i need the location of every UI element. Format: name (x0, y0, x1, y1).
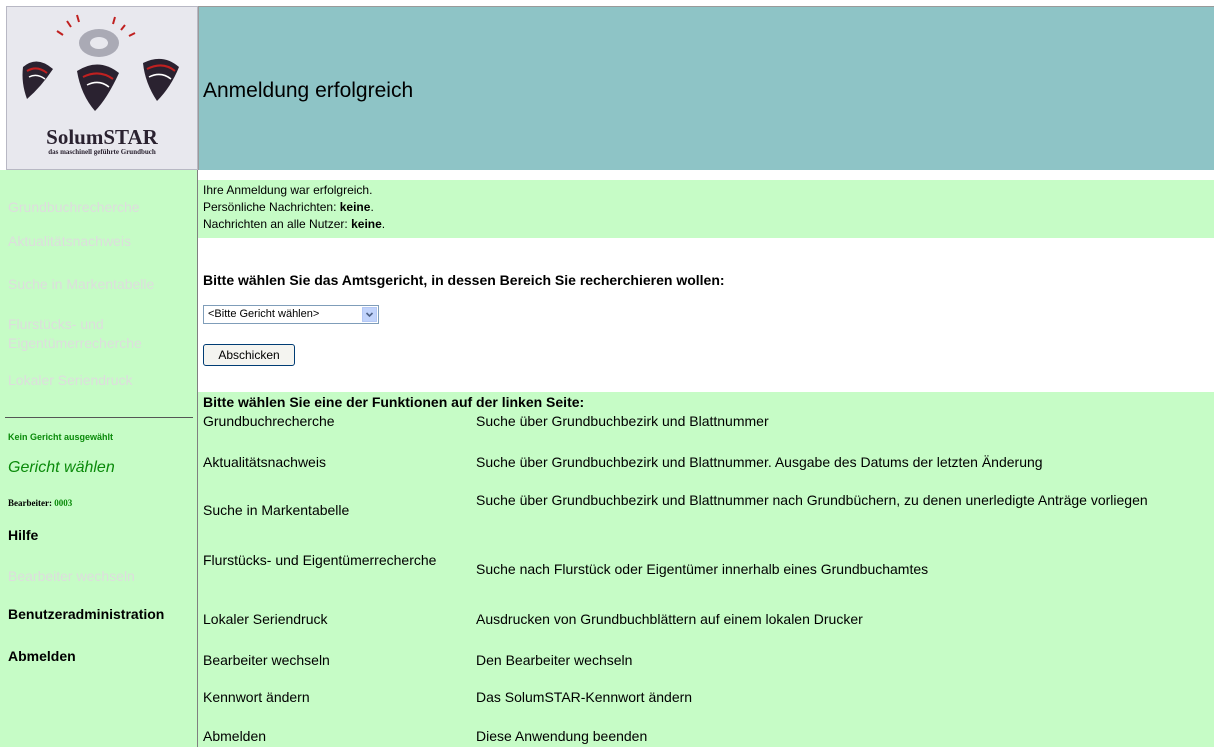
broadcast-messages-value: keine (351, 217, 382, 231)
court-selection-panel: Bitte wählen Sie das Amtsgericht, in des… (198, 238, 1214, 392)
function-name: Grundbuchrecherche (203, 413, 335, 429)
function-description: Suche über Grundbuchbezirk und Blattnumm… (476, 454, 1043, 470)
function-description: Suche über Grundbuchbezirk und Blattnumm… (476, 492, 1148, 508)
message-panel: Ihre Anmeldung war erfolgreich. Persönli… (198, 180, 1214, 238)
sidebar-item-flurstuecks-line1[interactable]: Flurstücks- und (8, 314, 104, 334)
functions-panel: Bitte wählen Sie eine der Funktionen auf… (198, 392, 1214, 747)
personal-messages-label: Persönliche Nachrichten: (203, 200, 337, 214)
help-link[interactable]: Hilfe (8, 527, 38, 543)
login-success-message: Ihre Anmeldung war erfolgreich. (203, 183, 373, 197)
editor-info: Bearbeiter: 0003 (8, 498, 72, 508)
logo-wordmark: SolumSTAR (46, 125, 158, 149)
function-description: Das SolumSTAR-Kennwort ändern (476, 689, 693, 705)
function-name: Aktualitätsnachweis (203, 454, 326, 470)
editor-value: 0003 (54, 498, 73, 508)
sidebar-divider (5, 417, 193, 418)
court-question: Bitte wählen Sie das Amtsgericht, in des… (203, 272, 725, 288)
submit-button[interactable]: Abschicken (203, 344, 295, 366)
personal-messages-value: keine (339, 200, 371, 214)
functions-heading: Bitte wählen Sie eine der Funktionen auf… (203, 394, 585, 410)
chevron-down-icon[interactable] (362, 307, 377, 322)
court-dropdown-value: <Bitte Gericht wählen> (208, 308, 320, 320)
solumstar-logo: SolumSTAR das maschinell geführte Grundb… (6, 6, 198, 170)
function-description: Ausdrucken von Grundbuchblättern auf ein… (476, 611, 863, 627)
change-editor-link[interactable]: Bearbeiter wechseln (8, 568, 135, 584)
user-admin-link[interactable]: Benutzeradministration (8, 606, 164, 622)
logo-subtitle: das maschinell geführte Grundbuch (48, 148, 156, 156)
books-emblem-icon (22, 14, 179, 111)
sidebar-item-grundbuchrecherche[interactable]: Grundbuchrecherche (8, 197, 140, 217)
function-description: Diese Anwendung beenden (476, 728, 648, 744)
function-name: Kennwort ändern (203, 689, 310, 705)
function-name: Flurstücks- und Eigentümerrecherche (203, 552, 437, 568)
sidebar-item-flurstuecks-line2[interactable]: Eigentümerrecherche (8, 333, 142, 353)
function-description: Suche nach Flurstück oder Eigentümer inn… (476, 561, 929, 577)
function-description: Suche über Grundbuchbezirk und Blattnumm… (476, 413, 769, 429)
logout-link[interactable]: Abmelden (8, 648, 76, 664)
broadcast-messages-label: Nachrichten an alle Nutzer: (203, 217, 348, 231)
personal-messages: Persönliche Nachrichten: keine. (203, 200, 374, 214)
page-title: Anmeldung erfolgreich (203, 79, 414, 102)
editor-label: Bearbeiter: (8, 498, 52, 508)
page-header: Anmeldung erfolgreich (198, 6, 1214, 170)
sidebar: Grundbuchrecherche Aktualitätsnachweis S… (0, 170, 198, 747)
function-description: Den Bearbeiter wechseln (476, 652, 633, 668)
function-name: Suche in Markentabelle (203, 502, 350, 518)
sidebar-item-aktualitaetsnachweis[interactable]: Aktualitätsnachweis (8, 231, 131, 251)
no-court-status: Kein Gericht ausgewählt (8, 432, 114, 442)
function-name: Bearbeiter wechseln (203, 652, 330, 668)
sidebar-item-markentabelle[interactable]: Suche in Markentabelle (8, 274, 154, 294)
select-court-link[interactable]: Gericht wählen (8, 459, 115, 477)
broadcast-messages: Nachrichten an alle Nutzer: keine. (203, 217, 386, 231)
function-name: Abmelden (203, 728, 267, 744)
sidebar-item-seriendruck[interactable]: Lokaler Seriendruck (8, 370, 133, 390)
function-name: Lokaler Seriendruck (203, 611, 328, 627)
court-dropdown[interactable]: <Bitte Gericht wählen> (203, 305, 379, 324)
